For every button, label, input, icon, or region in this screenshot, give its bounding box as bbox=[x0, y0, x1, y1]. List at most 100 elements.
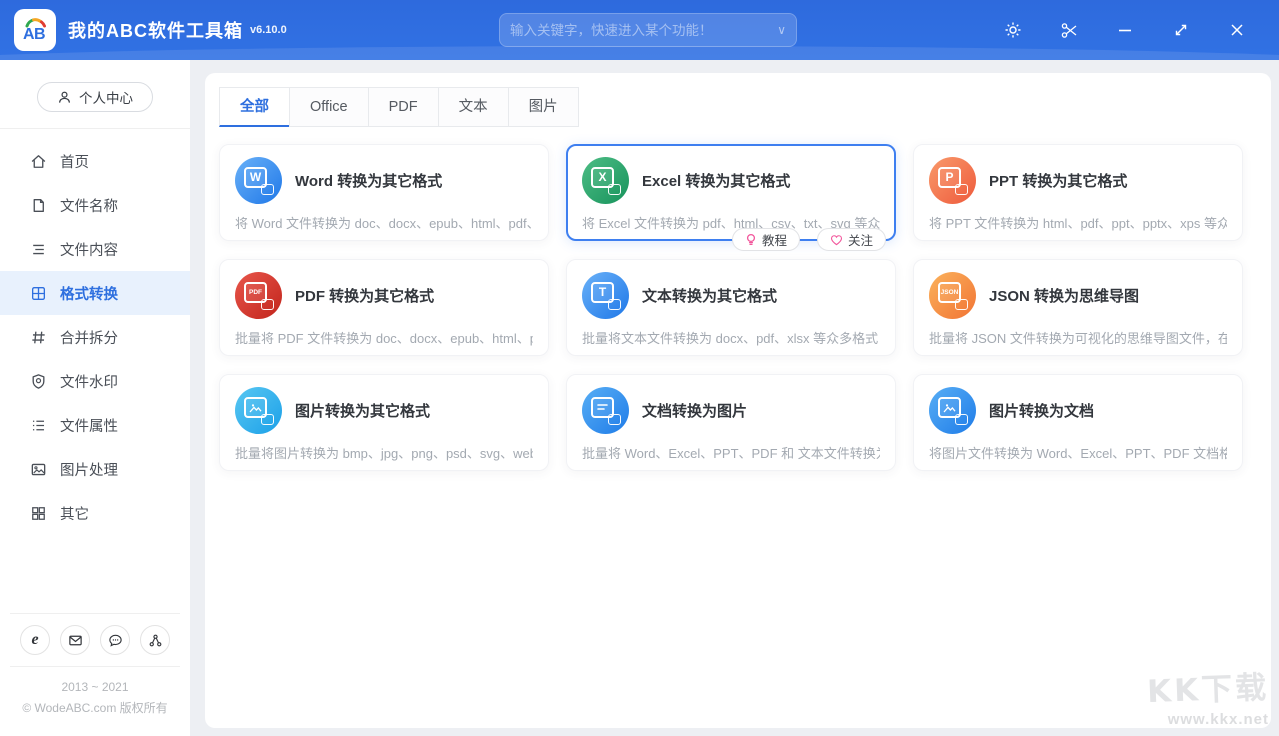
follow-button[interactable]: 关注 bbox=[817, 228, 886, 251]
tab-office[interactable]: Office bbox=[289, 87, 369, 127]
card-title: PPT 转换为其它格式 bbox=[989, 170, 1127, 191]
sidebar-item-label: 文件属性 bbox=[60, 415, 118, 436]
card-text-convert[interactable]: T 文本转换为其它格式 批量将文本文件转换为 docx、pdf、xlsx 等众多… bbox=[566, 259, 896, 356]
search-input[interactable] bbox=[510, 23, 771, 38]
card-pdf-convert[interactable]: PDF PDF 转换为其它格式 批量将 PDF 文件转换为 doc、docx、e… bbox=[219, 259, 549, 356]
card-title: Word 转换为其它格式 bbox=[295, 170, 442, 191]
close-button[interactable] bbox=[1209, 0, 1265, 60]
main-panel: 全部 Office PDF 文本 图片 W Word 转换为其它格式 将 Wor… bbox=[205, 73, 1271, 728]
copyright-owner: © WodeABC.com 版权所有 bbox=[0, 698, 190, 718]
share-nodes-icon bbox=[148, 633, 163, 648]
sidebar-item-image-processing[interactable]: 图片处理 bbox=[0, 447, 190, 491]
card-description: 批量将 PDF 文件转换为 doc、docx、epub、html、pptx、 bbox=[235, 328, 533, 347]
card-title: 文本转换为其它格式 bbox=[642, 285, 777, 306]
share-button[interactable] bbox=[140, 625, 170, 655]
email-button[interactable] bbox=[60, 625, 90, 655]
profile-center-button[interactable]: 个人中心 bbox=[37, 82, 153, 112]
sidebar: 个人中心 首页 文件名称 文件内容 格式转 bbox=[0, 60, 190, 736]
hash-icon bbox=[30, 329, 47, 346]
sidebar-menu: 首页 文件名称 文件内容 格式转换 合并拆分 bbox=[0, 139, 190, 535]
card-image-convert[interactable]: 图片转换为其它格式 批量将图片转换为 bmp、jpg、png、psd、svg、w… bbox=[219, 374, 549, 471]
app-logo: A B bbox=[14, 9, 56, 51]
scissors-icon bbox=[1060, 21, 1079, 40]
tool-cards-grid: W Word 转换为其它格式 将 Word 文件转换为 doc、docx、epu… bbox=[205, 127, 1271, 471]
chevron-down-icon[interactable]: ∨ bbox=[777, 23, 786, 37]
sidebar-item-label: 文件内容 bbox=[60, 239, 118, 260]
minimize-button[interactable] bbox=[1097, 0, 1153, 60]
svg-text:B: B bbox=[34, 26, 46, 43]
sidebar-item-file-name[interactable]: 文件名称 bbox=[0, 183, 190, 227]
card-description: 批量将文本文件转换为 docx、pdf、xlsx 等众多格式 bbox=[582, 328, 880, 347]
pdf-doc-icon: PDF bbox=[235, 272, 282, 319]
follow-label: 关注 bbox=[848, 230, 873, 249]
screenshot-button[interactable] bbox=[1041, 0, 1097, 60]
card-title: PDF 转换为其它格式 bbox=[295, 285, 434, 306]
document-lines-icon bbox=[582, 387, 629, 434]
divider bbox=[0, 128, 190, 129]
heart-icon bbox=[830, 234, 843, 246]
card-description: 将 PPT 文件转换为 html、pdf、ppt、pptx、xps 等众多格 bbox=[929, 213, 1227, 232]
card-title: 图片转换为其它格式 bbox=[295, 400, 430, 421]
tab-all[interactable]: 全部 bbox=[219, 87, 290, 127]
tutorial-button[interactable]: 教程 bbox=[732, 228, 800, 251]
card-json-mindmap[interactable]: JSON JSON 转换为思维导图 批量将 JSON 文件转换为可视化的思维导图… bbox=[913, 259, 1243, 356]
card-title: JSON 转换为思维导图 bbox=[989, 285, 1139, 306]
copyright: 2013 ~ 2021 © WodeABC.com 版权所有 bbox=[0, 667, 190, 736]
sidebar-item-label: 图片处理 bbox=[60, 459, 118, 480]
tab-pdf[interactable]: PDF bbox=[368, 87, 439, 127]
sidebar-item-file-content[interactable]: 文件内容 bbox=[0, 227, 190, 271]
sidebar-item-format-convert[interactable]: 格式转换 bbox=[0, 271, 190, 315]
resize-icon bbox=[1173, 22, 1189, 38]
sidebar-item-other[interactable]: 其它 bbox=[0, 491, 190, 535]
settings-button[interactable] bbox=[985, 0, 1041, 60]
tab-text[interactable]: 文本 bbox=[438, 87, 509, 127]
card-ppt-convert[interactable]: P PPT 转换为其它格式 将 PPT 文件转换为 html、pdf、ppt、p… bbox=[913, 144, 1243, 241]
card-word-convert[interactable]: W Word 转换为其它格式 将 Word 文件转换为 doc、docx、epu… bbox=[219, 144, 549, 241]
person-icon bbox=[57, 90, 72, 105]
copyright-years: 2013 ~ 2021 bbox=[0, 677, 190, 697]
tab-image[interactable]: 图片 bbox=[508, 87, 579, 127]
quick-search[interactable]: ∨ bbox=[499, 13, 797, 47]
file-icon bbox=[30, 197, 47, 214]
sidebar-item-watermark[interactable]: 文件水印 bbox=[0, 359, 190, 403]
maximize-button[interactable] bbox=[1153, 0, 1209, 60]
card-doc-to-image[interactable]: 文档转换为图片 批量将 Word、Excel、PPT、PDF 和 文本文件转换为… bbox=[566, 374, 896, 471]
category-tabs: 全部 Office PDF 文本 图片 bbox=[205, 73, 1271, 127]
envelope-icon bbox=[68, 633, 83, 648]
browser-icon: e bbox=[31, 631, 38, 649]
grid-icon bbox=[30, 505, 47, 522]
chat-icon bbox=[108, 633, 123, 648]
card-title: 文档转换为图片 bbox=[642, 400, 747, 421]
picture-glyph bbox=[249, 402, 262, 413]
excel-doc-icon: X bbox=[582, 157, 629, 204]
sidebar-item-file-properties[interactable]: 文件属性 bbox=[0, 403, 190, 447]
card-title: 图片转换为文档 bbox=[989, 400, 1094, 421]
profile-label: 个人中心 bbox=[79, 87, 133, 107]
sidebar-footer: e bbox=[0, 613, 190, 736]
word-doc-icon: W bbox=[235, 157, 282, 204]
card-title: Excel 转换为其它格式 bbox=[642, 170, 790, 191]
image-doc-icon bbox=[235, 387, 282, 434]
card-excel-convert[interactable]: X Excel 转换为其它格式 将 Excel 文件转换为 pdf、html、c… bbox=[566, 144, 896, 241]
tutorial-label: 教程 bbox=[762, 230, 787, 249]
card-actions: 教程 关注 bbox=[732, 228, 886, 251]
minimize-icon bbox=[1117, 22, 1133, 38]
sidebar-item-merge-split[interactable]: 合并拆分 bbox=[0, 315, 190, 359]
image-doc-icon bbox=[929, 387, 976, 434]
list-icon bbox=[30, 417, 47, 434]
json-doc-icon: JSON bbox=[929, 272, 976, 319]
card-description: 将图片文件转换为 Word、Excel、PPT、PDF 文档格式， bbox=[929, 443, 1227, 462]
picture-glyph bbox=[943, 402, 956, 413]
sidebar-item-home[interactable]: 首页 bbox=[0, 139, 190, 183]
website-button[interactable]: e bbox=[20, 625, 50, 655]
sidebar-item-label: 合并拆分 bbox=[60, 327, 118, 348]
feedback-button[interactable] bbox=[100, 625, 130, 655]
card-description: 批量将 JSON 文件转换为可视化的思维导图文件，在查看 bbox=[929, 328, 1227, 347]
title-bar: A B 我的ABC软件工具箱 v6.10.0 ∨ bbox=[0, 0, 1279, 60]
home-icon bbox=[30, 153, 47, 170]
doc-lines-glyph bbox=[596, 402, 609, 413]
sidebar-item-label: 格式转换 bbox=[60, 283, 118, 304]
card-image-to-doc[interactable]: 图片转换为文档 将图片文件转换为 Word、Excel、PPT、PDF 文档格式… bbox=[913, 374, 1243, 471]
sidebar-item-label: 文件名称 bbox=[60, 195, 118, 216]
shield-icon bbox=[30, 373, 47, 390]
